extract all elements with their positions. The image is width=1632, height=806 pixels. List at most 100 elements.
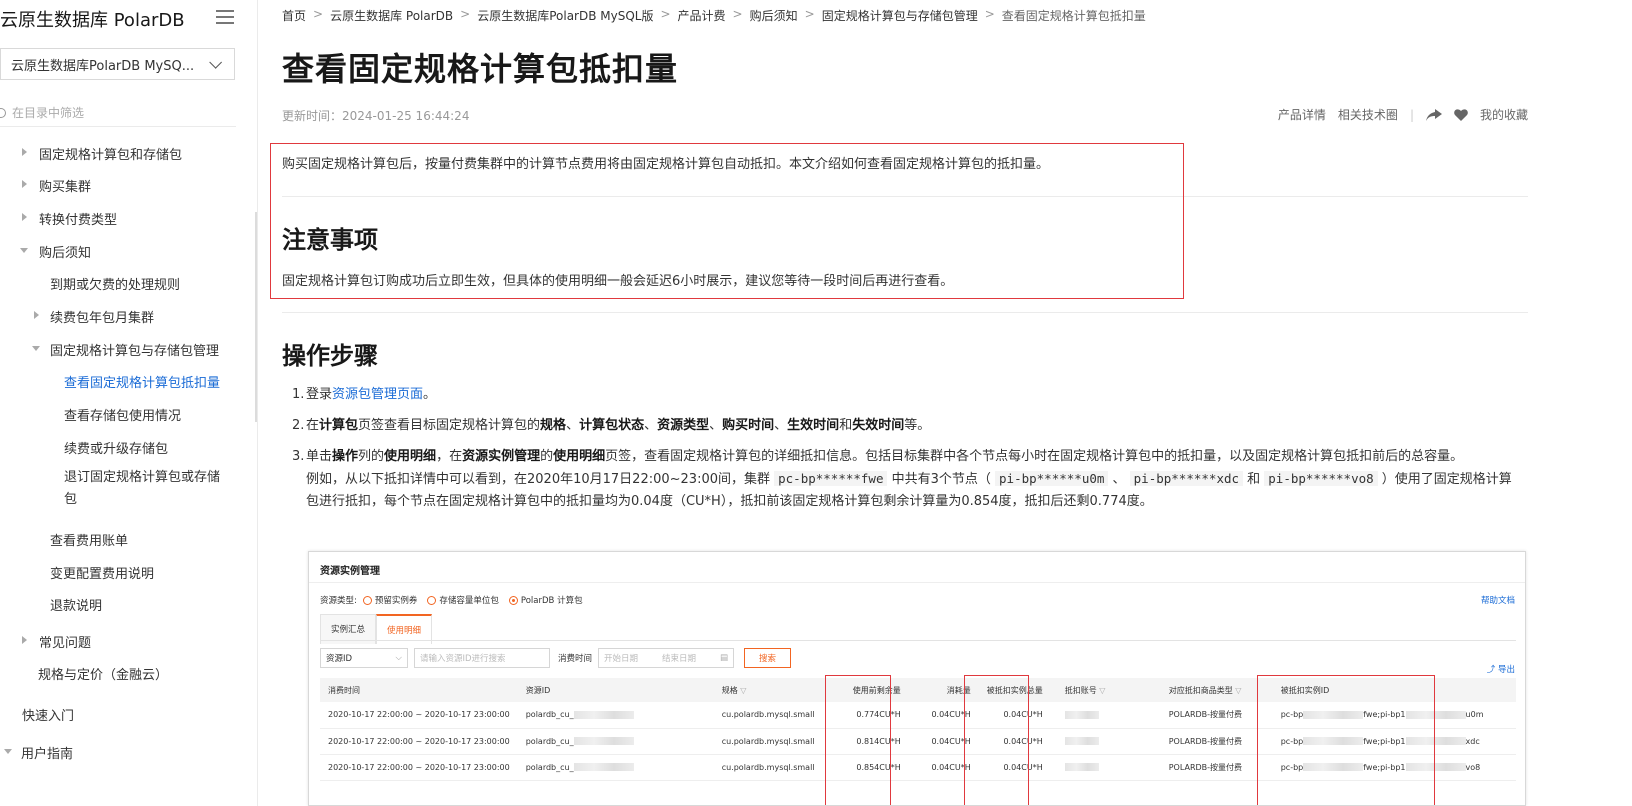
sidebar-item-after-purchase[interactable]: 购后须知 — [20, 242, 91, 261]
search-icon — [0, 107, 6, 118]
product-title[interactable]: 云原生数据库 PolarDB — [0, 6, 185, 32]
sidebar-item-convert-billing[interactable]: 转换付费类型 — [22, 209, 117, 228]
step-keyword: 购买时间 — [722, 418, 775, 433]
cell-before: 0.854CU*H — [838, 754, 909, 781]
cell-account — [1050, 728, 1161, 755]
heart-icon[interactable] — [1454, 108, 1468, 121]
sidebar-item-renew[interactable]: 续费包年包月集群 — [34, 307, 154, 326]
step-3: 3. 单击操作列的使用明细，在资源实例管理的使用明细页签，查看固定规格计算包的详… — [292, 446, 1524, 513]
col-label: 抵扣账号 — [1064, 685, 1097, 695]
sidebar-item-pricing-finance[interactable]: 规格与定价（金融云） — [38, 664, 168, 683]
sidebar-item-unsubscribe[interactable]: 退订固定规格计算包或存储包 — [64, 467, 229, 511]
field-select[interactable]: 资源ID ⌵ — [320, 648, 408, 668]
col-account[interactable]: 抵扣账号 ▽ — [1050, 678, 1161, 702]
radio-icon — [362, 595, 372, 605]
sidebar-item-refund[interactable]: 退款说明 — [50, 595, 102, 614]
my-favorites-link[interactable]: 我的收藏 — [1480, 106, 1528, 123]
help-doc-link[interactable]: 帮助文档 — [1481, 594, 1515, 606]
step-text: 、 — [566, 418, 580, 433]
cell-time: 2020-10-17 22:00:00 ~ 2020-10-17 23:00:0… — [320, 754, 518, 781]
steps-list: 1. 登录资源包管理页面。 2. 在计算包页签查看目标固定规格计算包的规格、计算… — [292, 384, 1524, 522]
resource-package-link[interactable]: 资源包管理页面 — [332, 387, 423, 402]
sidebar-item-bills[interactable]: 查看费用账单 — [50, 530, 128, 549]
step-keyword: 计算包状态 — [579, 418, 645, 433]
cell-text: vo8 — [1465, 762, 1481, 772]
sidebar-scrollbar[interactable] — [255, 212, 257, 422]
export-button[interactable]: ⤴ 导出 — [1487, 663, 1515, 675]
sidebar-item-overdue-rules[interactable]: 到期或欠费的处理规则 — [50, 274, 180, 293]
filter-icon: ▽ — [1099, 685, 1106, 695]
node-id-code: pi-bp******xdc — [1129, 471, 1244, 486]
divider: | — [1409, 107, 1414, 122]
filter-bar: 资源ID ⌵ 请输入资源ID进行搜索 消费时间 开始日期 结束日期 ▤ 搜索 — [320, 648, 792, 668]
cell-text: fwe;pi-bp1 — [1363, 736, 1406, 746]
menu-icon[interactable] — [216, 10, 234, 24]
cluster-id-code: pc-bp******fwe — [774, 471, 888, 486]
sidebar-item-user-guide[interactable]: 用户指南 — [4, 743, 73, 762]
breadcrumb-separator-icon: > — [660, 7, 671, 21]
sidebar-item-faq[interactable]: 常见问题 — [22, 632, 91, 651]
breadcrumb-item[interactable]: 产品计费 — [678, 7, 726, 24]
step-keyword: 失效时间 — [852, 418, 905, 433]
cell-type: POLARDB-按量付费 — [1160, 728, 1273, 755]
cell-text: polardb_cu_ — [525, 762, 574, 772]
sidebar-item-change-config[interactable]: 变更配置费用说明 — [50, 563, 154, 582]
sidebar-item-label: 购后须知 — [39, 246, 92, 261]
cell-spec: cu.polardb.mysql.small — [713, 754, 839, 781]
step-keyword: 操作 — [332, 449, 359, 464]
node-id-code: pi-bp******u0m — [995, 471, 1109, 486]
date-range-picker[interactable]: 开始日期 结束日期 ▤ — [598, 648, 735, 668]
step-text: 和 — [839, 418, 853, 433]
caret-down-icon — [32, 346, 40, 351]
breadcrumb-separator-icon: > — [984, 7, 995, 21]
redacted-block — [1303, 737, 1364, 745]
cell-account — [1050, 702, 1161, 729]
radio-polardb-cu[interactable]: PolarDB 计算包 — [508, 594, 583, 606]
resource-id-input[interactable]: 请输入资源ID进行搜索 — [414, 648, 550, 668]
redacted-block — [1405, 710, 1466, 719]
divider — [282, 196, 1528, 197]
sidebar-item-label: 快速入门 — [22, 709, 75, 724]
sidebar-item-package[interactable]: 固定规格计算包和存储包 — [22, 144, 182, 163]
sidebar-item-renew-storage[interactable]: 续费或升级存储包 — [64, 438, 168, 457]
sidebar-item-package-mgmt[interactable]: 固定规格计算包与存储包管理 — [32, 340, 219, 359]
caret-down-icon — [4, 749, 12, 754]
resource-type-radios: 资源类型: 预留实例券 存储容量单位包 PolarDB 计算包 — [320, 594, 587, 606]
sidebar-item-storage-usage[interactable]: 查看存储包使用情况 — [64, 405, 181, 424]
breadcrumb-item[interactable]: 云原生数据库 PolarDB — [330, 7, 453, 24]
breadcrumb-item[interactable]: 云原生数据库PolarDB MySQL版 — [477, 7, 653, 24]
col-product-type[interactable]: 对应抵扣商品类型 ▽ — [1160, 678, 1273, 702]
col-spec[interactable]: 规格 ▽ — [713, 678, 839, 702]
example-part: 和 — [1243, 472, 1265, 487]
step-keyword: 生效时间 — [787, 418, 840, 433]
breadcrumb-item[interactable]: 固定规格计算包与存储包管理 — [822, 7, 978, 24]
sidebar-item-buy-cluster[interactable]: 购买集群 — [22, 176, 91, 195]
cell-text: polardb_cu_ — [525, 736, 574, 746]
time-label: 消费时间 — [558, 654, 593, 664]
share-icon[interactable] — [1425, 108, 1442, 121]
sidebar-item-view-deduction[interactable]: 查看固定规格计算包抵扣量 — [64, 372, 220, 391]
sidebar-item-quick-start[interactable]: 快速入门 — [22, 705, 74, 724]
search-button[interactable]: 搜索 — [744, 648, 792, 668]
sidebar-item-label: 固定规格计算包和存储包 — [39, 148, 183, 163]
example-part: 例如，从以下抵扣详情中可以看到，在2020年10月17日22:00~23:00间… — [306, 472, 775, 487]
col-label: 规格 — [721, 685, 738, 695]
toc-filter-input[interactable] — [12, 105, 212, 120]
step-text: 、 — [709, 418, 723, 433]
radio-storage[interactable]: 存储容量单位包 — [427, 594, 499, 606]
sidebar-item-label: 续费或升级存储包 — [64, 442, 169, 457]
node-id-code: pi-bp******vo8 — [1264, 471, 1378, 486]
breadcrumb-item[interactable]: 首页 — [282, 7, 306, 24]
table-row: 2020-10-17 22:00:00 ~ 2020-10-17 23:00:0… — [320, 754, 1516, 781]
breadcrumb-item[interactable]: 购后须知 — [750, 7, 798, 24]
product-detail-link[interactable]: 产品详情 — [1278, 106, 1326, 123]
product-select[interactable]: 云原生数据库PolarDB MySQ... — [0, 48, 235, 80]
caret-right-icon — [22, 148, 27, 156]
tech-circle-link[interactable]: 相关技术圈 — [1338, 106, 1398, 123]
intro-text: 购买固定规格计算包后，按量付费集群中的计算节点费用将由固定规格计算包自动抵扣。本… — [282, 157, 1050, 172]
example-part: 中共有3个节点（ — [887, 472, 996, 487]
redacted-block — [1405, 763, 1466, 771]
radio-reserved[interactable]: 预留实例券 — [362, 594, 417, 606]
usage-table: 消费时间 资源ID 规格 ▽ 使用前剩余量 消耗量 被抵扣实例总量 抵扣账号 ▽… — [320, 678, 1516, 781]
redacted-block — [1405, 737, 1466, 745]
